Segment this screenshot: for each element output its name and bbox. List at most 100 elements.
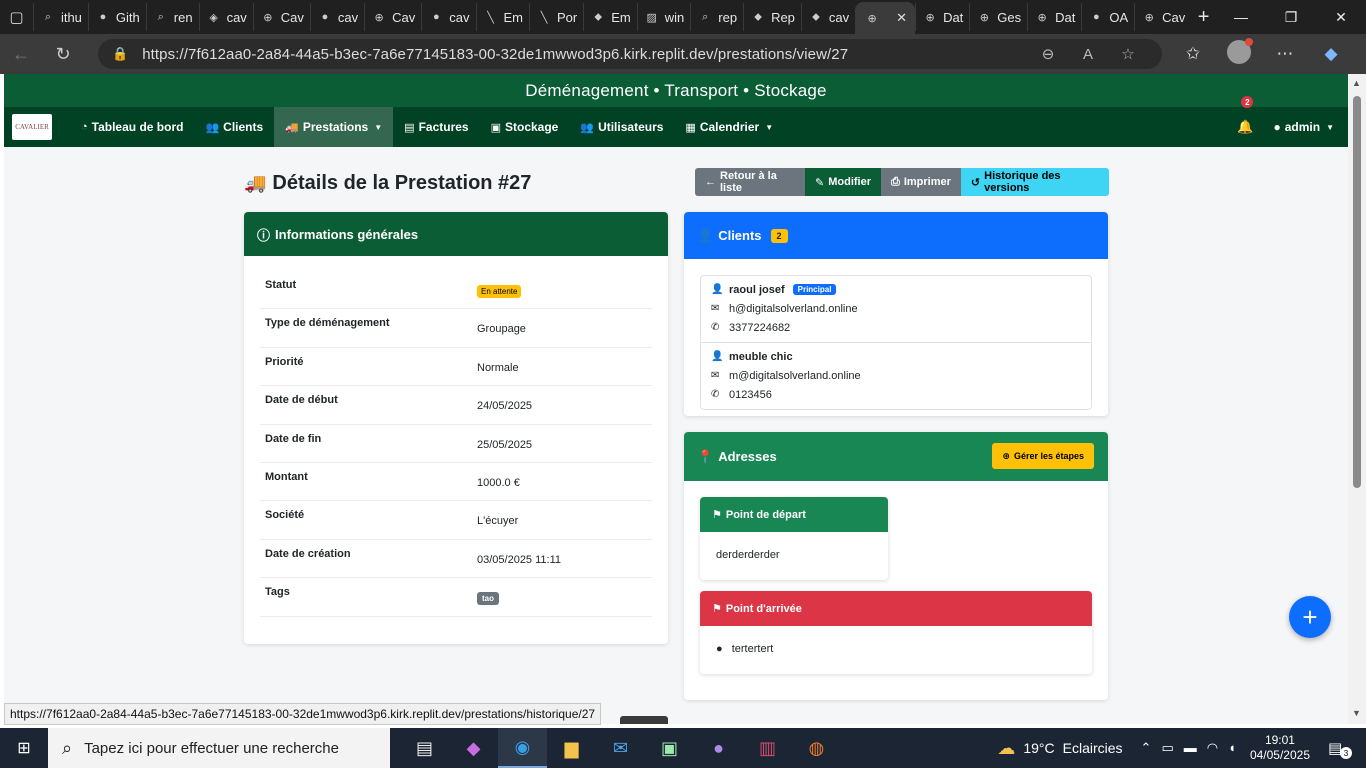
nav-item[interactable]: 👥 Utilisateurs <box>569 107 674 147</box>
url-field[interactable]: 🔒 https://7f612aa0-2a84-44a5-b3ec-7a6e77… <box>98 39 1162 69</box>
clock-date: 04/05/2025 <box>1249 748 1310 762</box>
info-label: Société <box>265 509 305 522</box>
refresh-button[interactable]: ↻ <box>42 34 84 74</box>
device-icon[interactable]: ▭ <box>1161 740 1173 756</box>
arrival-body: ● tertertert <box>700 626 1092 672</box>
zoom-icon[interactable]: ⊖ <box>1028 45 1068 63</box>
user-menu[interactable]: ● admin ▼ <box>1273 120 1334 134</box>
print-button[interactable]: ⎙ Imprimer <box>881 168 961 196</box>
close-tab-icon[interactable]: ✕ <box>896 10 907 26</box>
nav-item[interactable]: 🚚 Prestations ▼ <box>274 107 394 147</box>
chevron-up-icon[interactable]: ⌃ <box>1141 740 1152 756</box>
browser-tab[interactable]: ▨ win <box>636 3 691 31</box>
departure-title: Point de départ <box>725 508 806 521</box>
browser-tab-label: ithu <box>60 9 82 25</box>
clock[interactable]: 19:01 04/05/2025 <box>1250 733 1310 763</box>
browser-tab-label: Cav <box>280 9 304 25</box>
browser-tab[interactable]: ╲ Por <box>529 3 583 31</box>
new-tab-button[interactable]: + <box>1191 0 1216 34</box>
info-circle-icon: ⓘ <box>257 227 271 243</box>
nav-item[interactable]: ▦ Calendrier ▼ <box>674 107 784 147</box>
profile-avatar[interactable] <box>1216 37 1262 69</box>
browser-tab[interactable]: ● OA <box>1081 3 1134 31</box>
browser-tab[interactable]: ⊕ Ges <box>969 3 1027 31</box>
read-aloud-icon[interactable]: A <box>1068 46 1108 63</box>
globe-icon: ⊕ <box>867 12 877 25</box>
floating-add-button[interactable]: + <box>1289 596 1331 638</box>
page-scrollbar[interactable]: ▲ ▼ <box>1348 74 1366 724</box>
tab-actions-icon[interactable]: ▢ <box>0 0 33 34</box>
volume-icon[interactable]: ◖ <box>1228 740 1236 756</box>
browser-tab[interactable]: ⊕ ✕ <box>855 2 916 34</box>
nav-item[interactable]: 👥 Clients <box>194 107 274 147</box>
battery-icon[interactable]: ▬ <box>1184 740 1197 756</box>
wifi-icon[interactable]: ◠ <box>1207 740 1218 756</box>
company-logo[interactable]: CAVALIER <box>12 114 52 140</box>
firefox-app-icon[interactable]: ◍ <box>792 728 841 768</box>
browser-tab-label: Em <box>611 9 631 25</box>
departure-address: derderderder <box>716 549 780 561</box>
notifications-bell[interactable]: 🔔 2 <box>1237 96 1254 135</box>
browser-tab-label: rep <box>718 9 738 25</box>
info-label: Date de fin <box>265 432 322 445</box>
copilot-icon[interactable]: ◆ <box>1308 44 1354 64</box>
back-button[interactable]: ← <box>0 34 42 74</box>
history-button[interactable]: ↺ Historique des versions <box>960 168 1109 196</box>
notification-count-badge: 2 <box>1241 96 1254 108</box>
info-row: Tags tao <box>260 578 652 617</box>
url-text[interactable]: https://7f612aa0-2a84-44a5-b3ec-7a6e7714… <box>142 46 1028 63</box>
winrar-app-icon[interactable]: ▥ <box>743 728 792 768</box>
browser-tab[interactable]: ⊕ Cav <box>252 3 310 31</box>
nav-item[interactable]: ▣ Stockage <box>480 107 570 147</box>
github-desktop-icon[interactable]: ● <box>694 728 743 768</box>
file-explorer-icon[interactable]: ▆ <box>547 728 596 768</box>
terminal-app-icon[interactable]: ▣ <box>645 728 694 768</box>
browser-tab[interactable]: ⬥ Em <box>583 3 637 31</box>
phone-icon: ✆ <box>711 322 720 333</box>
browser-tab[interactable]: ⌕ ren <box>145 3 199 31</box>
browser-tab[interactable]: ╲ Em <box>475 3 530 31</box>
close-window-button[interactable]: ✕ <box>1316 0 1366 34</box>
browser-tab-label: Em <box>503 9 524 25</box>
minimize-button[interactable]: — <box>1216 0 1266 34</box>
bell-icon: 🔔 <box>1237 119 1254 134</box>
calendar-icon: ▦ <box>685 121 696 134</box>
copilot-app-icon[interactable]: ◆ <box>449 728 498 768</box>
info-row: Statut En attente <box>260 271 652 310</box>
scroll-up-icon[interactable]: ▲ <box>1352 78 1361 88</box>
taskbar-search[interactable]: ⌕ Tapez ici pour effectuer une recherche <box>48 728 390 768</box>
mail-app-icon[interactable]: ✉ <box>596 728 645 768</box>
browser-tab[interactable]: ⌕ ithu <box>32 3 88 31</box>
nav-item[interactable]: ◔ Tableau de bord <box>70 107 194 147</box>
windows-start-button[interactable]: ⊞ <box>0 728 48 768</box>
browser-tab-bar: ▢ ⌕ ithu ● Gith ⌕ ren ◈ cav ⊕ Cav ● cav ⊕ Cav ● cav ╲ Em ╲… <box>0 0 1366 34</box>
nav-item-label: Factures <box>418 120 469 134</box>
favorites-icon[interactable]: ✩ <box>1170 44 1216 64</box>
browser-tab[interactable]: ● cav <box>309 3 364 31</box>
more-menu-icon[interactable]: ⋯ <box>1262 44 1308 64</box>
edit-button[interactable]: ✎ Modifier <box>805 168 882 196</box>
scroll-down-icon[interactable]: ▼ <box>1352 708 1361 718</box>
browser-tab[interactable]: ● cav <box>421 3 475 31</box>
edge-app-icon[interactable]: ◉ <box>498 728 547 768</box>
task-view-icon[interactable]: ▤ <box>400 728 449 768</box>
browser-tab[interactable]: ⬥ Rep <box>743 3 801 31</box>
notification-center[interactable]: ▤ 3 <box>1328 739 1358 759</box>
browser-tab[interactable]: ⊕ Cav <box>364 3 421 31</box>
browser-tab[interactable]: ◈ cav <box>198 3 253 31</box>
browser-tab[interactable]: ⊕ Dat <box>915 3 969 31</box>
favorite-star-icon[interactable]: ☆ <box>1108 45 1148 63</box>
weather-widget[interactable]: ☁ 19°C Eclaircies <box>997 738 1122 759</box>
browser-tab[interactable]: ⌕ rep <box>690 3 743 31</box>
scrollbar-thumb[interactable] <box>1353 96 1361 488</box>
browser-tab[interactable]: ⊕ Cav <box>1134 3 1191 31</box>
browser-tab[interactable]: ⊕ Dat <box>1027 3 1081 31</box>
info-value-cell: Groupage <box>477 309 526 346</box>
info-row: Date de fin 25/05/2025 <box>260 424 652 463</box>
manage-steps-button[interactable]: ⊕ Gérer les étapes <box>992 443 1094 469</box>
browser-tab[interactable]: ● Gith <box>87 3 146 31</box>
browser-tab[interactable]: ⬥ cav <box>800 3 855 31</box>
nav-item[interactable]: ▤ Factures <box>393 107 479 147</box>
maximize-button[interactable]: ❐ <box>1266 0 1316 34</box>
back-to-list-button[interactable]: ← Retour à la liste <box>695 168 806 196</box>
